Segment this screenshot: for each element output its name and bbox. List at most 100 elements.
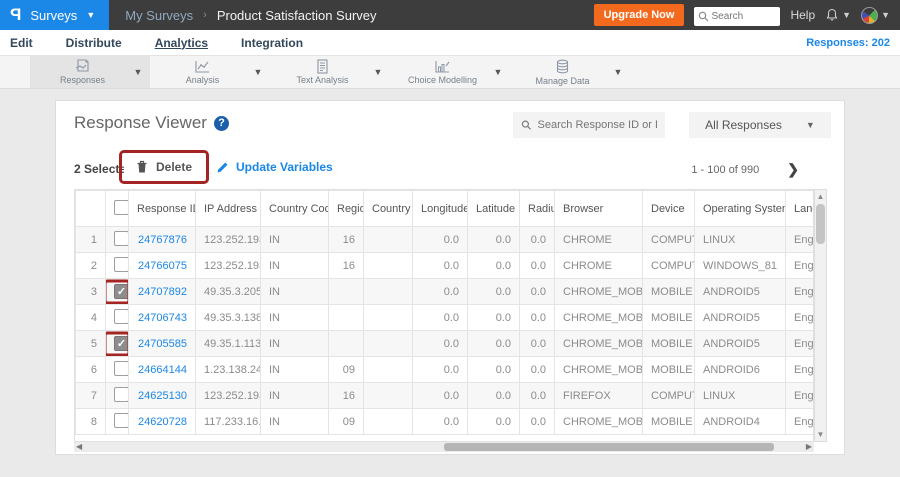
response-id-link[interactable]: 24707892 bbox=[138, 286, 187, 298]
product-switcher[interactable]: P Surveys ▼ bbox=[0, 0, 110, 30]
row-checkbox-checked[interactable]: ✓ bbox=[114, 284, 128, 299]
response-search-input[interactable] bbox=[537, 119, 657, 131]
update-variables-button[interactable]: Update Variables bbox=[216, 160, 333, 174]
notifications-menu[interactable]: ▼ bbox=[825, 8, 851, 22]
responses-filter-value: All Responses bbox=[705, 118, 782, 132]
row-checkbox-cell bbox=[105, 356, 129, 383]
operating-system-cell: ANDROID6 bbox=[694, 356, 786, 383]
ribbon-item-text-analysis[interactable]: Text Analysis ▼ bbox=[270, 56, 390, 88]
response-id-link[interactable]: 24706743 bbox=[138, 312, 187, 324]
breadcrumb-separator-icon: › bbox=[203, 9, 207, 21]
longitude-cell: 0.0 bbox=[412, 304, 468, 331]
latitude-cell: 0.0 bbox=[467, 304, 520, 331]
tab-integration[interactable]: Integration bbox=[241, 36, 303, 50]
ribbon-item-responses[interactable]: Responses ▼ bbox=[30, 56, 150, 88]
tab-edit[interactable]: Edit bbox=[10, 36, 33, 50]
ip-address-cell: 49.35.3.138 bbox=[195, 304, 261, 331]
row-checkbox-cell bbox=[105, 408, 129, 435]
header-longitude[interactable]: Longitude bbox=[412, 190, 468, 227]
scroll-left-icon[interactable]: ◀ bbox=[76, 442, 82, 452]
vertical-scroll-thumb[interactable] bbox=[816, 204, 825, 244]
latitude-cell: 0.0 bbox=[467, 382, 520, 409]
table-row: 824620728117.233.16.177IN090.00.00.0CHRO… bbox=[75, 408, 813, 435]
device-cell: COMPUTER bbox=[642, 226, 695, 253]
chevron-down-icon[interactable]: ▼ bbox=[494, 67, 503, 77]
scroll-right-icon[interactable]: ▶ bbox=[806, 442, 812, 452]
row-checkbox[interactable] bbox=[114, 308, 128, 324]
global-search[interactable] bbox=[694, 6, 781, 26]
chevron-down-icon: ▼ bbox=[881, 9, 890, 20]
response-id-link[interactable]: 24705585 bbox=[138, 338, 187, 350]
response-id-link[interactable]: 24767876 bbox=[138, 234, 187, 246]
longitude-cell: 0.0 bbox=[412, 356, 468, 383]
breadcrumb-parent[interactable]: My Surveys bbox=[125, 8, 193, 23]
header-country-code[interactable]: Country Code bbox=[260, 190, 329, 227]
row-checkbox[interactable] bbox=[114, 360, 128, 376]
header-region[interactable]: Region bbox=[328, 190, 364, 227]
row-checkbox-checked[interactable]: ✓ bbox=[114, 336, 128, 351]
next-page-button[interactable]: ❯ bbox=[787, 161, 799, 178]
row-checkbox[interactable] bbox=[114, 412, 128, 428]
device-cell: MOBILE bbox=[642, 304, 695, 331]
select-all-checkbox[interactable] bbox=[114, 199, 128, 215]
longitude-cell: 0.0 bbox=[412, 408, 468, 435]
response-id-link[interactable]: 24766075 bbox=[138, 260, 187, 272]
chevron-down-icon[interactable]: ▼ bbox=[374, 67, 383, 77]
delete-annotation-highlight: Delete bbox=[119, 150, 210, 184]
header-language[interactable]: Language bbox=[785, 190, 813, 227]
response-id-link[interactable]: 24625130 bbox=[138, 390, 187, 402]
delete-button[interactable]: Delete bbox=[124, 155, 205, 179]
row-checkbox[interactable] bbox=[114, 230, 128, 246]
header-browser[interactable]: Browser bbox=[554, 190, 643, 227]
table-row: 5 ✓ 24705585 49.35.1.113 IN 0.0 0.0 0.0 CHROME_M… bbox=[75, 330, 813, 357]
row-number: 2 bbox=[75, 252, 106, 279]
device-cell: MOBILE bbox=[642, 330, 695, 357]
header-radius[interactable]: Radius bbox=[519, 190, 555, 227]
ribbon-item-choice-modelling[interactable]: Choice Modelling ▼ bbox=[390, 56, 510, 88]
ip-address-cell: 123.252.193.148 bbox=[195, 252, 261, 279]
response-search[interactable] bbox=[513, 112, 665, 138]
header-ip-address[interactable]: IP Address bbox=[195, 190, 261, 227]
help-link[interactable]: Help bbox=[790, 8, 815, 22]
ip-address-cell: 123.252.193.148 bbox=[195, 226, 261, 253]
browser-cell: CHROME bbox=[554, 252, 643, 279]
ribbon-item-analysis[interactable]: Analysis ▼ bbox=[150, 56, 270, 88]
response-id-link[interactable]: 24620728 bbox=[138, 416, 187, 428]
header-device[interactable]: Device bbox=[642, 190, 695, 227]
header-response-id[interactable]: Response ID▲ bbox=[128, 190, 196, 227]
manage-data-icon bbox=[555, 59, 570, 75]
chevron-down-icon[interactable]: ▼ bbox=[134, 67, 143, 77]
radius-cell: 0.0 bbox=[519, 278, 555, 305]
header-latitude[interactable]: Latitude bbox=[467, 190, 520, 227]
responses-icon bbox=[74, 59, 91, 74]
operating-system-cell: ANDROID5 bbox=[694, 304, 786, 331]
device-cell: MOBILE bbox=[642, 408, 695, 435]
region-cell: 16 bbox=[328, 252, 364, 279]
tab-analytics[interactable]: Analytics bbox=[155, 36, 208, 50]
chevron-down-icon[interactable]: ▼ bbox=[254, 67, 263, 77]
chevron-down-icon[interactable]: ▼ bbox=[614, 67, 623, 77]
ip-address-cell: 49.35.1.113 bbox=[195, 330, 261, 357]
vertical-scrollbar[interactable]: ▲ ▼ bbox=[814, 189, 827, 442]
response-id-link[interactable]: 24664144 bbox=[138, 364, 187, 376]
language-cell: English bbox=[785, 252, 813, 279]
row-checkbox[interactable] bbox=[114, 386, 128, 402]
row-checkbox-cell bbox=[105, 304, 129, 331]
latitude-cell: 0.0 bbox=[467, 226, 520, 253]
response-id-link: 24620728 bbox=[128, 408, 196, 435]
responses-filter-dropdown[interactable]: All Responses ▼ bbox=[689, 112, 831, 138]
header-country[interactable]: Country bbox=[363, 190, 413, 227]
scroll-down-icon[interactable]: ▼ bbox=[815, 430, 826, 439]
header-operating-system[interactable]: Operating System bbox=[694, 190, 786, 227]
scroll-up-icon[interactable]: ▲ bbox=[815, 192, 826, 201]
tab-distribute[interactable]: Distribute bbox=[66, 36, 122, 50]
horizontal-scroll-thumb[interactable] bbox=[444, 443, 774, 451]
row-checkbox[interactable] bbox=[114, 256, 128, 272]
longitude-cell: 0.0 bbox=[412, 278, 468, 305]
responses-count[interactable]: Responses: 202 bbox=[806, 37, 890, 49]
account-menu[interactable]: ▼ bbox=[861, 6, 890, 24]
help-badge-icon[interactable]: ? bbox=[213, 115, 229, 131]
horizontal-scrollbar[interactable]: ◀ ▶ bbox=[74, 442, 814, 452]
upgrade-now-button[interactable]: Upgrade Now bbox=[593, 4, 685, 26]
ribbon-item-manage-data[interactable]: Manage Data ▼ bbox=[510, 56, 630, 88]
